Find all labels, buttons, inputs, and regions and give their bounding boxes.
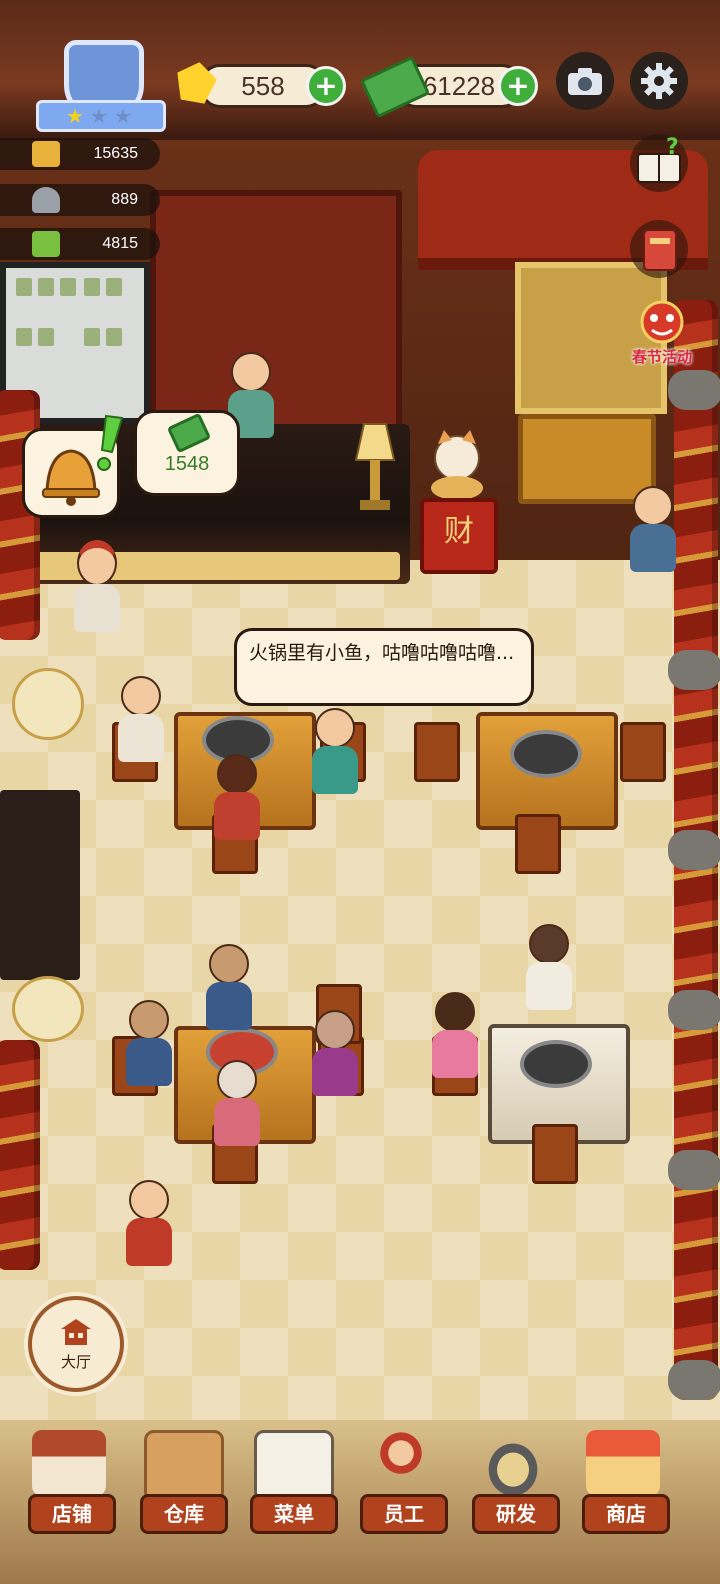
chair [515, 814, 561, 874]
star-icon: ★ [66, 104, 84, 128]
tip-amount: 1548 [164, 453, 210, 475]
hall-label: 大厅 [60, 1352, 91, 1371]
fridge-item [84, 328, 100, 346]
wine-cabinet [150, 190, 402, 432]
clipboard-icon [254, 1430, 334, 1502]
greeter-staff[interactable] [630, 486, 676, 572]
fridge-item [16, 328, 32, 346]
tip-bubble[interactable]: 1548 [134, 410, 240, 496]
pillar-left-bottom [0, 1040, 40, 1270]
chair [620, 722, 666, 782]
customer[interactable] [312, 708, 358, 794]
wok-icon [476, 1430, 550, 1496]
nav-label: 仓库 [140, 1494, 228, 1534]
nav-label: 店铺 [28, 1494, 116, 1534]
pillar-cap [668, 830, 720, 870]
stat-value: 4815 [102, 235, 138, 252]
customer[interactable] [432, 992, 478, 1078]
recipe-book-button[interactable] [630, 220, 688, 278]
stat-hotpot[interactable]: 15635 [0, 138, 160, 170]
nav-research[interactable]: 研发 [458, 1424, 568, 1544]
fridge-item [38, 278, 54, 296]
spring-festival-label: 春节活动 [631, 348, 692, 366]
nav-shop[interactable]: 店铺 [14, 1424, 124, 1544]
storefront-icon [32, 1430, 106, 1496]
spring-festival-event-button[interactable]: 春节活动 [620, 296, 704, 372]
table-lamp-icon [352, 420, 398, 512]
red-book-icon [643, 229, 677, 271]
customer[interactable] [206, 944, 252, 1030]
stat-book[interactable]: 4815 [0, 228, 160, 260]
pillar-cap [668, 1150, 720, 1190]
nav-label: 研发 [472, 1494, 560, 1534]
stat-value: 15635 [93, 145, 139, 162]
fridge-item [16, 278, 32, 296]
settings-button[interactable] [630, 52, 688, 110]
star-icon: ★ [90, 104, 108, 128]
nav-staff[interactable]: 员工 [346, 1424, 456, 1544]
customer[interactable] [526, 924, 572, 1010]
vase-icon [12, 668, 84, 740]
cash-book-icon [32, 231, 60, 257]
restaurant-rank-badge[interactable]: ★ ★ ★ [36, 40, 166, 132]
market-stall-icon [586, 1430, 660, 1496]
lucky-cat-icon [422, 430, 492, 500]
pillar-cap [668, 650, 720, 690]
lion-dance-icon [640, 300, 684, 344]
fortune-box: 财 [420, 498, 498, 574]
building-icon [61, 1318, 91, 1345]
help-book-button[interactable]: ? [630, 134, 688, 192]
hall-button[interactable]: 大厅 [28, 1296, 124, 1392]
exclamation-icon [88, 414, 128, 474]
camera-button[interactable] [556, 52, 614, 110]
vase-icon [12, 976, 84, 1042]
fridge-item [38, 328, 54, 346]
nav-menu[interactable]: 菜单 [236, 1424, 346, 1544]
fridge-item [106, 328, 122, 346]
stat-dish[interactable]: 889 [0, 184, 160, 216]
nav-label: 员工 [360, 1494, 448, 1534]
pillar-cap [668, 370, 720, 410]
question-book-icon: ? [637, 135, 681, 183]
waitress-staff[interactable] [126, 1180, 172, 1266]
bottom-navigation: 店铺 仓库 菜单 员工 研发 商店 [0, 1424, 720, 1584]
add-gems-button[interactable]: + [306, 66, 346, 106]
dish-cover-icon [32, 187, 60, 213]
chair [532, 1124, 578, 1184]
stat-value: 889 [111, 191, 138, 208]
fridge-item [84, 278, 100, 296]
svg-text:?: ? [666, 135, 679, 160]
staff-avatar-icon [364, 1430, 438, 1496]
customer-speech-bubble: 火锅里有小鱼，咕噜咕噜咕噜... [234, 628, 534, 706]
customer[interactable] [126, 1000, 172, 1086]
add-cash-button[interactable]: + [498, 66, 538, 106]
nav-store[interactable]: 商店 [568, 1424, 678, 1544]
waiter-staff[interactable] [74, 540, 120, 632]
condiment-shelf[interactable] [0, 790, 80, 980]
gem-counter: 558 + [176, 60, 346, 110]
boxes-icon [144, 1430, 224, 1502]
star-icon: ★ [114, 104, 132, 128]
customer[interactable] [214, 1060, 260, 1146]
customer[interactable] [118, 676, 164, 762]
hotpot-icon [32, 141, 60, 167]
nav-warehouse[interactable]: 仓库 [126, 1424, 236, 1544]
camera-icon [568, 68, 602, 95]
hotpot-empty [510, 730, 582, 778]
customer[interactable] [214, 754, 260, 840]
cash-counter: 61228 + [359, 55, 542, 119]
cash-icon [166, 412, 212, 454]
gear-icon [641, 63, 677, 99]
pillar-cap [668, 1360, 720, 1400]
nav-label: 菜单 [250, 1494, 338, 1534]
fridge-item [60, 278, 76, 296]
pillar-cap [668, 990, 720, 1030]
nav-label: 商店 [582, 1494, 670, 1534]
customer[interactable] [312, 1010, 358, 1096]
chair [414, 722, 460, 782]
fridge-item [106, 278, 122, 296]
hotpot-empty [520, 1040, 592, 1088]
